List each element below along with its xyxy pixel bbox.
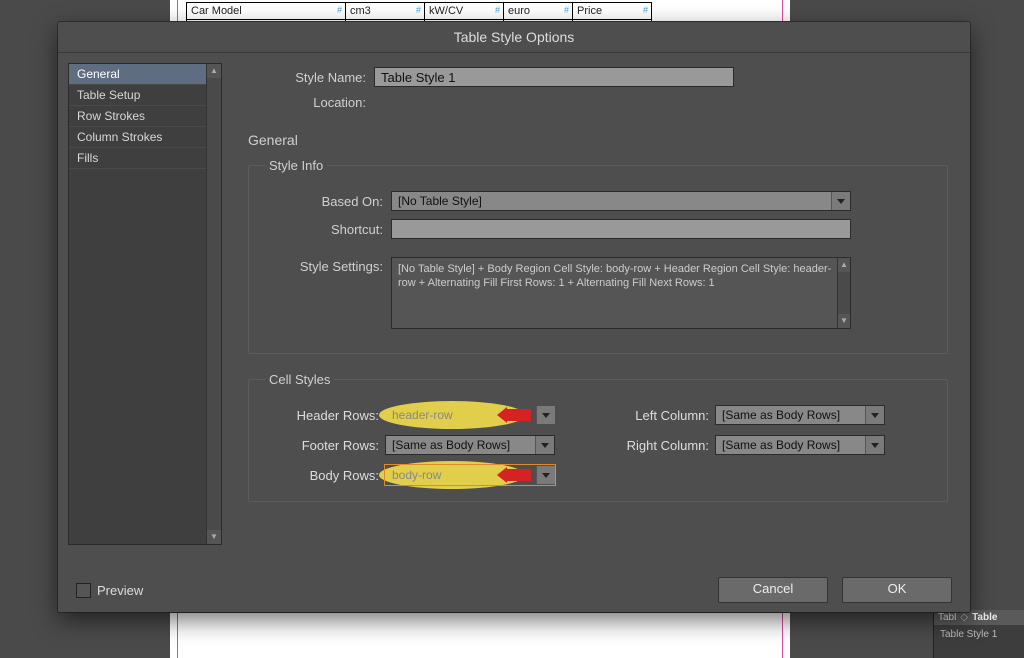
- bg-th: cm3: [346, 3, 425, 20]
- right-panel-strip: Tabl ◇ Table Table Style 1: [933, 610, 1024, 658]
- right-column-value: [Same as Body Rows]: [722, 438, 840, 452]
- header-rows-label: Header Rows:: [265, 408, 385, 423]
- chevron-down-icon: [865, 406, 884, 424]
- right-column-label: Right Column:: [595, 438, 715, 453]
- cancel-button[interactable]: Cancel: [718, 577, 828, 603]
- based-on-label: Based On:: [265, 194, 391, 209]
- body-rows-highlight: body-row: [385, 465, 555, 485]
- style-settings-value: [No Table Style] + Body Region Cell Styl…: [398, 263, 831, 289]
- style-info-group: Style Info Based On: [No Table Style] Sh…: [248, 158, 948, 354]
- preview-label: Preview: [97, 583, 143, 598]
- listbox-scrollbar[interactable]: ▲ ▼: [206, 64, 221, 544]
- checkbox-icon: [76, 583, 91, 598]
- sidebar: General Table Setup Row Strokes Column S…: [58, 53, 230, 568]
- chevron-up-icon[interactable]: ▲: [207, 64, 221, 78]
- dialog-footer: Preview Cancel OK: [58, 568, 970, 612]
- cell-styles-group: Cell Styles Header Rows: header-row: [248, 372, 948, 502]
- shortcut-label: Shortcut:: [265, 222, 391, 237]
- sidebar-item-table-setup[interactable]: Table Setup: [69, 85, 221, 106]
- cell-styles-legend: Cell Styles: [265, 372, 334, 387]
- left-column-value: [Same as Body Rows]: [722, 408, 840, 422]
- location-label: Location:: [248, 95, 374, 110]
- header-rows-value: header-row: [392, 408, 453, 422]
- chevron-down-icon: [536, 466, 555, 484]
- footer-rows-value: [Same as Body Rows]: [392, 438, 510, 452]
- body-rows-label: Body Rows:: [265, 468, 385, 483]
- shortcut-input[interactable]: [391, 219, 851, 239]
- annotation-arrow-left-icon: [497, 407, 531, 423]
- chevron-down-icon[interactable]: ▼: [207, 530, 221, 544]
- chevron-down-icon: [865, 436, 884, 454]
- sidebar-item-fills[interactable]: Fills: [69, 148, 221, 169]
- bg-th: kW/CV: [425, 3, 504, 20]
- panel-tab-separator-icon: ◇: [960, 612, 968, 623]
- right-column-select[interactable]: [Same as Body Rows]: [715, 435, 885, 455]
- bg-th: euro: [504, 3, 573, 20]
- based-on-select[interactable]: [No Table Style]: [391, 191, 851, 211]
- preview-checkbox[interactable]: Preview: [76, 583, 143, 598]
- footer-rows-select[interactable]: [Same as Body Rows]: [385, 435, 555, 455]
- style-info-legend: Style Info: [265, 158, 327, 173]
- sidebar-item-column-strokes[interactable]: Column Strokes: [69, 127, 221, 148]
- body-rows-value: body-row: [392, 468, 441, 482]
- sidebar-item-general[interactable]: General: [69, 64, 221, 85]
- chevron-up-icon[interactable]: ▲: [838, 258, 850, 272]
- category-listbox[interactable]: General Table Setup Row Strokes Column S…: [68, 63, 222, 545]
- bg-th: Price: [573, 3, 652, 20]
- panel-entry[interactable]: Table Style 1: [934, 625, 1024, 644]
- panel-tab-table[interactable]: Tabl: [938, 612, 956, 623]
- ok-button[interactable]: OK: [842, 577, 952, 603]
- based-on-value: [No Table Style]: [398, 194, 482, 208]
- main-pane: Style Name: Location: General Style Info…: [230, 53, 970, 568]
- panel-tabs[interactable]: Tabl ◇ Table: [934, 610, 1024, 625]
- header-rows-highlight: header-row: [385, 405, 555, 425]
- style-name-input[interactable]: [374, 67, 734, 87]
- left-column-label: Left Column:: [595, 408, 715, 423]
- chevron-down-icon: [831, 192, 850, 210]
- left-column-select[interactable]: [Same as Body Rows]: [715, 405, 885, 425]
- style-settings-text: [No Table Style] + Body Region Cell Styl…: [391, 257, 851, 329]
- general-heading: General: [248, 132, 948, 148]
- style-name-label: Style Name:: [248, 70, 374, 85]
- annotation-arrow-left-icon: [497, 467, 531, 483]
- chevron-down-icon: [535, 436, 554, 454]
- dialog-title: Table Style Options: [58, 22, 970, 53]
- bg-th: Car Model: [187, 3, 346, 20]
- textarea-scrollbar[interactable]: ▲ ▼: [837, 258, 850, 328]
- footer-rows-label: Footer Rows:: [265, 438, 385, 453]
- chevron-down-icon: [536, 406, 555, 424]
- table-style-options-dialog: Table Style Options General Table Setup …: [58, 22, 970, 612]
- panel-tab-table-styles[interactable]: Table: [972, 612, 997, 623]
- chevron-down-icon[interactable]: ▼: [838, 314, 850, 328]
- sidebar-item-row-strokes[interactable]: Row Strokes: [69, 106, 221, 127]
- style-settings-label: Style Settings:: [265, 257, 391, 274]
